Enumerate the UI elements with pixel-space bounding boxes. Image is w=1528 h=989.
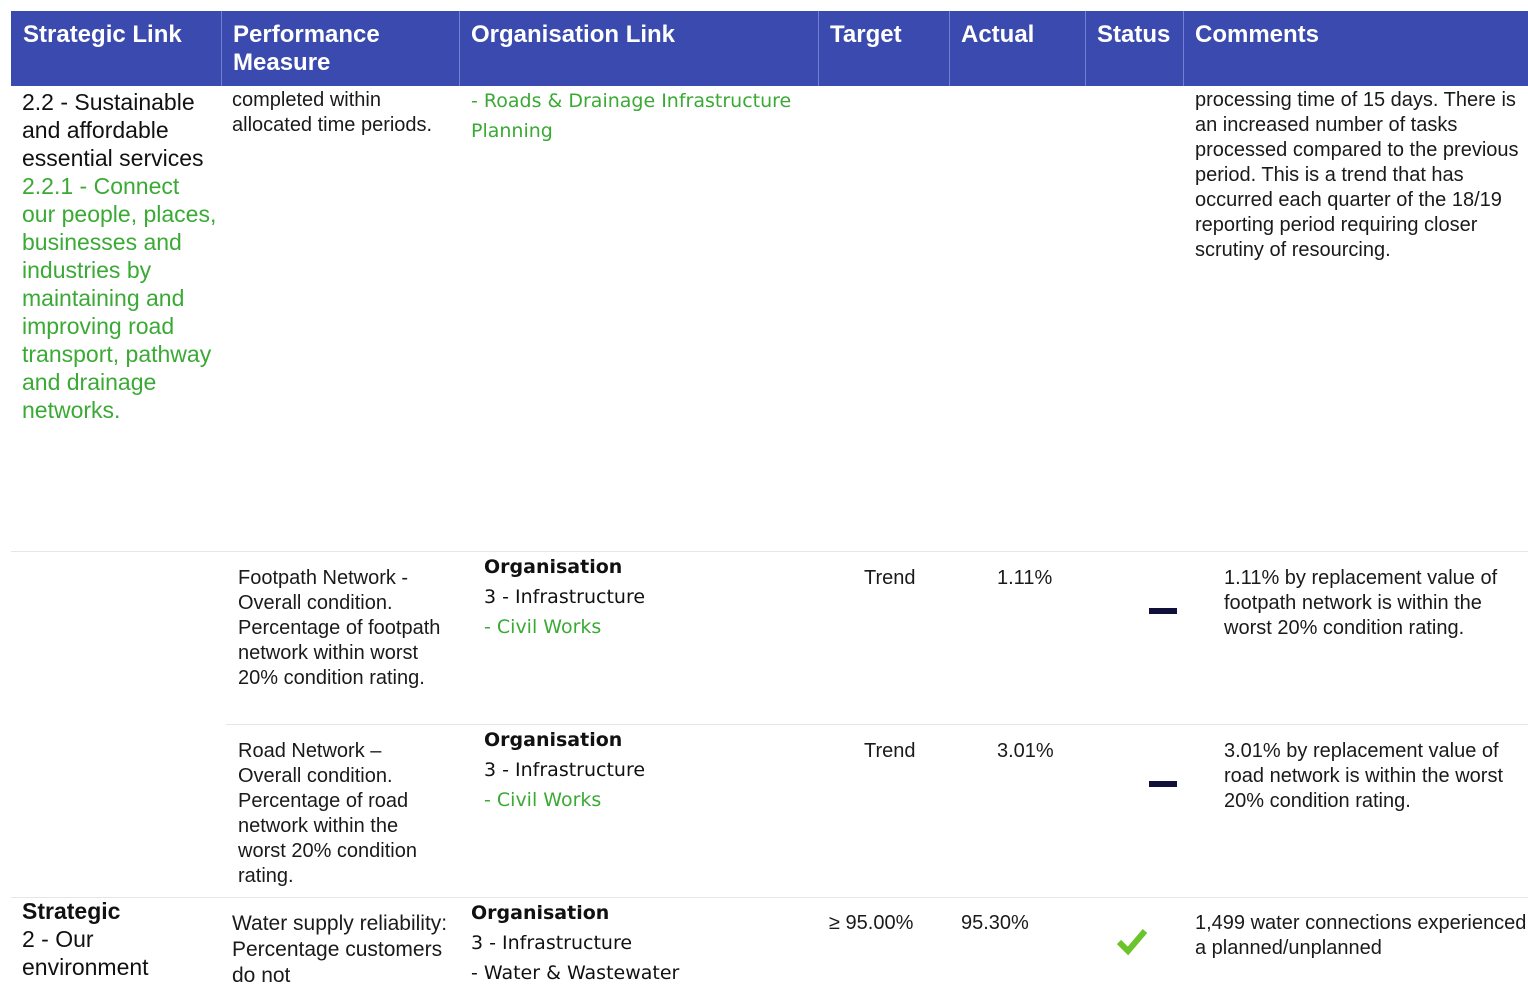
header-organisation-link: Organisation Link: [471, 21, 676, 48]
actual-value: 3.01%: [997, 740, 1054, 762]
check-icon: [1117, 929, 1147, 956]
strategic-link-cell: Strategic 2 - Our environment: [22, 897, 218, 981]
organisation-link-cell: Organisation 3 - Infrastructure - Water …: [471, 898, 816, 988]
comment-cell: processing time of 15 days. There is an …: [1195, 89, 1519, 261]
comment-cell: 1.11% by replacement value of footpath n…: [1224, 567, 1498, 639]
header-strategic-link: Strategic Link: [23, 21, 182, 48]
organisation-link-cell: Organisation 3 - Infrastructure - Civil …: [484, 552, 814, 642]
strategic-subheading: 2.2.1 - Connect our people, places, busi…: [22, 173, 217, 423]
organisation-title: Organisation: [484, 556, 623, 578]
header-comments: Comments: [1195, 21, 1320, 48]
target-value: Trend: [864, 567, 916, 589]
target-value: ≥ 95.00%: [829, 912, 914, 934]
actual-value: 95.30%: [961, 912, 1029, 934]
organisation-sub-link: - Civil Works: [484, 789, 602, 811]
strategic-title: Strategic: [22, 898, 121, 924]
performance-measure-cell: Water supply reliability: Percentage cus…: [232, 912, 448, 987]
performance-measure-cell: completed within allocated time periods.: [232, 89, 433, 136]
actual-value: 1.11%: [997, 567, 1053, 589]
organisation-link-cell: Organisation 3 - Infrastructure - Civil …: [484, 725, 814, 815]
organisation-sub-link: - Roads & Drainage Infrastructure Planni…: [471, 90, 792, 142]
organisation-sub-link: - Civil Works: [484, 616, 602, 638]
organisation-department: 3 - Infrastructure: [484, 586, 646, 608]
organisation-title: Organisation: [484, 729, 623, 751]
header-target: Target: [830, 21, 902, 48]
row-divider: [226, 724, 1528, 725]
dash-icon: [1149, 781, 1177, 787]
target-value: Trend: [864, 740, 916, 762]
dash-icon: [1149, 608, 1177, 614]
header-status: Status: [1097, 21, 1171, 48]
organisation-department: 3 - Infrastructure: [484, 759, 646, 781]
comment-cell: 1,499 water connections experienced a pl…: [1195, 912, 1527, 959]
performance-measure-cell: Road Network – Overall condition. Percen…: [238, 740, 417, 887]
organisation-sub-link: - Water & Wastewater: [471, 962, 680, 984]
strategic-subheading: 2 - Our environment: [22, 926, 149, 980]
organisation-title: Organisation: [471, 902, 610, 924]
strategic-link-cell: 2.2 - Sustainable and affordable essenti…: [22, 88, 218, 424]
header-performance-measure: Performance Measure: [233, 21, 380, 76]
strategic-heading: 2.2 - Sustainable and affordable essenti…: [22, 89, 204, 171]
comment-cell: 3.01% by replacement value of road netwo…: [1224, 740, 1504, 812]
performance-measure-cell: Footpath Network - Overall condition. Pe…: [238, 567, 441, 689]
organisation-department: 3 - Infrastructure: [471, 932, 633, 954]
header-actual: Actual: [961, 21, 1035, 48]
